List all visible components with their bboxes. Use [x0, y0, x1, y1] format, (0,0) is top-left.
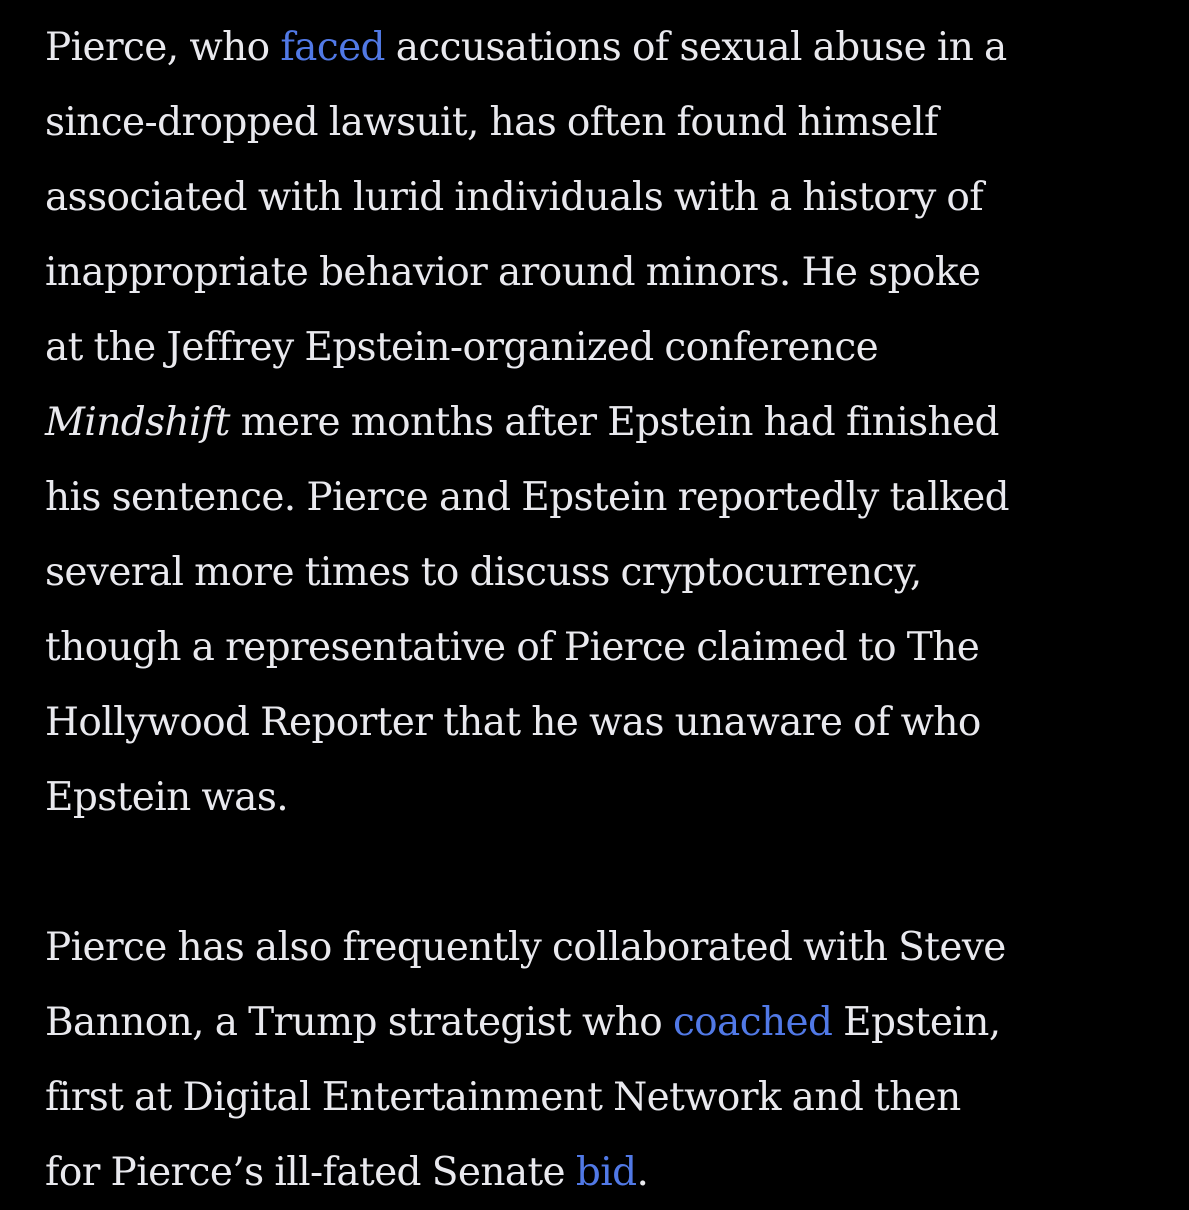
- text-line: several more times to discuss cryptocurr…: [45, 550, 922, 595]
- text-line: associated with lurid individuals with a…: [45, 175, 984, 220]
- paragraph-1: Pierce, who faced accusations of sexual …: [45, 10, 1165, 835]
- mindshift-title: Mindshift: [45, 400, 230, 445]
- text-line: inappropriate behavior around minors. He…: [45, 250, 981, 295]
- text-line: Pierce has also frequently collaborated …: [45, 925, 1006, 970]
- text-line: Bannon, a Trump strategist who coached E…: [45, 1000, 1001, 1045]
- paragraph-2: Pierce has also frequently collaborated …: [45, 910, 1165, 1210]
- text-line: though a representative of Pierce claime…: [45, 625, 980, 670]
- text-line: his sentence. Pierce and Epstein reporte…: [45, 475, 1010, 520]
- article-body: Pierce, who faced accusations of sexual …: [45, 10, 1165, 1210]
- text-line: Hollywood Reporter that he was unaware o…: [45, 700, 981, 745]
- text-line: since-dropped lawsuit, has often found h…: [45, 100, 938, 145]
- coached-link[interactable]: coached: [673, 1000, 833, 1045]
- text-line: for Pierce’s ill-fated Senate bid.: [45, 1150, 649, 1195]
- bid-link[interactable]: bid: [576, 1150, 637, 1195]
- text-line: Epstein was.: [45, 775, 289, 820]
- text-line: Pierce, who faced accusations of sexual …: [45, 25, 1007, 70]
- faced-link[interactable]: faced: [280, 25, 385, 70]
- text-line: first at Digital Entertainment Network a…: [45, 1075, 961, 1120]
- text-line: Mindshift mere months after Epstein had …: [45, 400, 999, 445]
- text-line: at the Jeffrey Epstein-organized confere…: [45, 325, 879, 370]
